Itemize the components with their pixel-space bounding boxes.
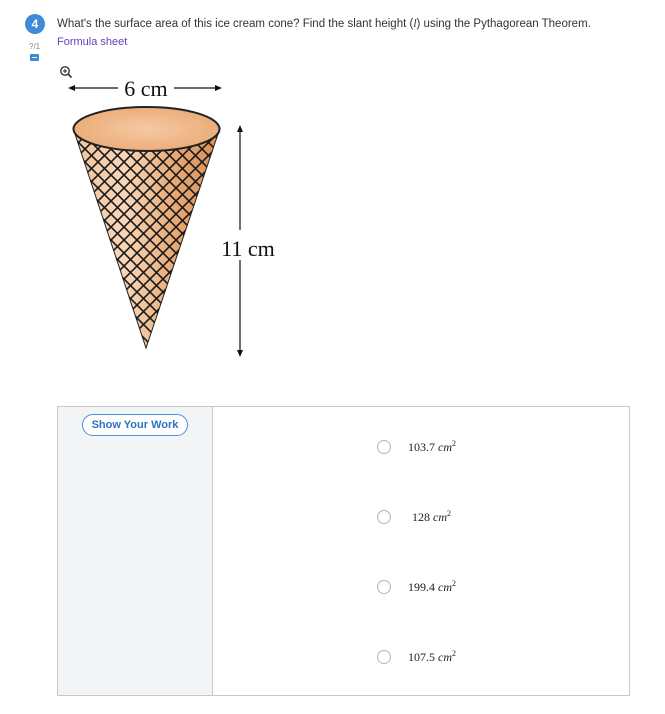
question-text-after: ) using the Pythagorean Theorem. — [416, 18, 591, 30]
choice-label: 199.4 cm2 — [408, 579, 456, 594]
points-label: ?/1 — [29, 42, 41, 51]
formula-sheet-link[interactable]: Formula sheet — [57, 36, 127, 48]
radio-button[interactable] — [377, 650, 391, 664]
ice-cream-cone-figure: 6 cm 11 cm — [68, 76, 280, 357]
diameter-label: 6 cm — [124, 76, 167, 101]
answer-choice-4[interactable]: 107.5 cm2 — [377, 649, 456, 665]
height-label: 11 cm — [221, 236, 275, 261]
answer-panel: Show Your Work 103.7 cm2 128 cm2 199.4 c… — [57, 406, 630, 696]
flag-icon[interactable] — [30, 54, 39, 61]
height-dimension: 11 cm — [220, 125, 280, 357]
question-number-badge: 4 — [25, 14, 45, 34]
answer-choice-1[interactable]: 103.7 cm2 — [377, 439, 456, 455]
radio-button[interactable] — [377, 510, 391, 524]
diameter-dimension: 6 cm — [68, 76, 222, 101]
choice-label: 128 cm2 — [412, 509, 451, 524]
question-text: What's the surface area of this ice crea… — [57, 18, 591, 30]
answer-choice-2[interactable]: 128 cm2 — [377, 509, 451, 525]
choice-label: 103.7 cm2 — [408, 439, 456, 454]
choice-label: 107.5 cm2 — [408, 649, 456, 664]
work-pane: Show Your Work — [58, 407, 213, 695]
question-text-before: What's the surface area of this ice crea… — [57, 18, 414, 30]
answer-choice-3[interactable]: 199.4 cm2 — [377, 579, 456, 595]
show-your-work-button[interactable]: Show Your Work — [82, 414, 188, 436]
radio-button[interactable] — [377, 580, 391, 594]
radio-button[interactable] — [377, 440, 391, 454]
